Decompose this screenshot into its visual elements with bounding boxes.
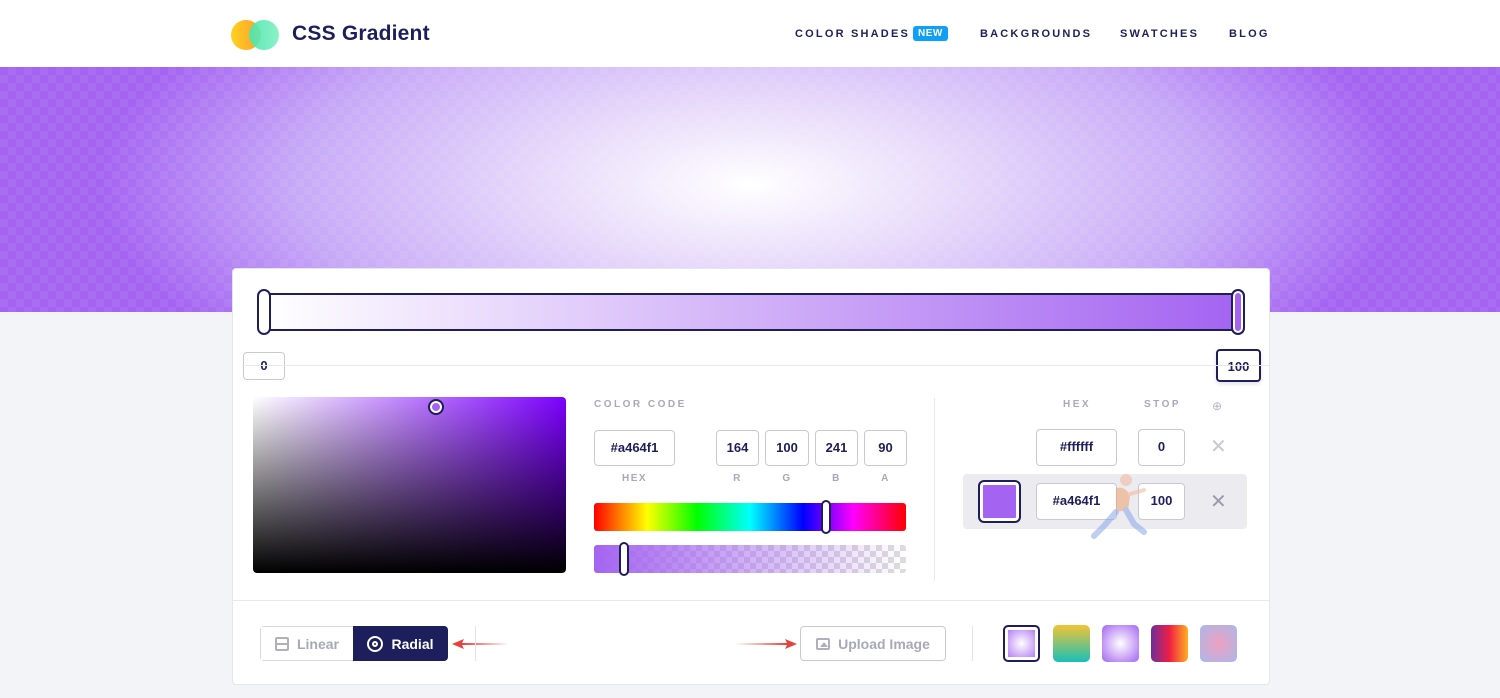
brand-title[interactable]: CSS Gradient: [292, 22, 430, 46]
preset-swatch-4[interactable]: [1151, 625, 1188, 662]
stops-hex-header: HEX: [1063, 399, 1092, 410]
a-input[interactable]: 90: [864, 430, 907, 466]
arrow-left-annotation-icon: [452, 639, 510, 649]
linear-icon: [274, 636, 289, 651]
alpha-fill: [594, 545, 906, 573]
stop-row-1-position[interactable]: 0: [1138, 429, 1185, 466]
preset-swatch-1[interactable]: [1003, 625, 1040, 662]
r-label: R: [733, 473, 742, 484]
upload-image-button[interactable]: Upload Image: [800, 626, 946, 661]
gradient-bar[interactable]: [265, 293, 1237, 331]
saturation-cursor[interactable]: [428, 399, 444, 415]
nav-color-shades[interactable]: COLOR SHADES: [795, 28, 910, 40]
r-input[interactable]: 164: [716, 430, 759, 466]
b-label: B: [832, 473, 841, 484]
radial-label: Radial: [391, 635, 434, 652]
remove-stop-1-icon[interactable]: ✕: [1210, 434, 1227, 459]
divider: [475, 626, 476, 661]
arrow-right-annotation-icon: [735, 639, 797, 649]
linear-label: Linear: [296, 635, 339, 652]
image-icon: [816, 637, 831, 650]
nav-blog[interactable]: BLOG: [1229, 28, 1270, 40]
preset-swatch-3[interactable]: [1102, 625, 1139, 662]
g-label: G: [782, 473, 792, 484]
g-input[interactable]: 100: [765, 430, 809, 466]
new-badge: NEW: [913, 26, 948, 41]
stops-stop-header: STOP: [1144, 399, 1182, 410]
linear-button[interactable]: Linear: [261, 627, 353, 660]
divider: [232, 600, 1270, 601]
add-stop-icon[interactable]: ⊕: [1212, 399, 1222, 413]
stop-position-start[interactable]: 0: [243, 352, 285, 380]
preset-swatch-2[interactable]: [1053, 625, 1090, 662]
alpha-slider[interactable]: [594, 545, 906, 573]
hex-label: HEX: [621, 473, 648, 484]
logo-icon[interactable]: [231, 20, 281, 50]
upload-image-label: Upload Image: [838, 635, 930, 652]
b-input[interactable]: 241: [815, 430, 858, 466]
running-person-illustration: [1091, 474, 1147, 539]
nav-swatches[interactable]: SWATCHES: [1120, 28, 1199, 40]
radial-icon: [367, 635, 384, 652]
hue-slider-handle[interactable]: [821, 500, 831, 534]
stop-row-2-swatch[interactable]: [978, 480, 1021, 523]
preset-swatch-5[interactable]: [1200, 625, 1237, 662]
hue-slider[interactable]: [594, 503, 906, 531]
divider: [972, 626, 973, 661]
stop-handle-end[interactable]: [1231, 289, 1245, 335]
nav-backgrounds[interactable]: BACKGROUNDS: [980, 28, 1092, 40]
stop-row-1-hex[interactable]: #ffffff: [1036, 429, 1117, 466]
stop-handle-start[interactable]: [257, 289, 271, 335]
alpha-slider-handle[interactable]: [619, 542, 629, 576]
hex-input[interactable]: #a464f1: [594, 430, 675, 466]
radial-button[interactable]: Radial: [353, 626, 448, 661]
site-header: CSS Gradient COLOR SHADES NEW BACKGROUND…: [0, 0, 1500, 67]
remove-stop-2-icon[interactable]: ✕: [1210, 489, 1227, 514]
color-code-label: COLOR CODE: [594, 399, 687, 410]
saturation-picker[interactable]: [253, 397, 566, 573]
divider: [934, 398, 935, 581]
a-label: A: [881, 473, 890, 484]
divider: [242, 365, 1270, 366]
logo-green-circle: [249, 20, 279, 50]
